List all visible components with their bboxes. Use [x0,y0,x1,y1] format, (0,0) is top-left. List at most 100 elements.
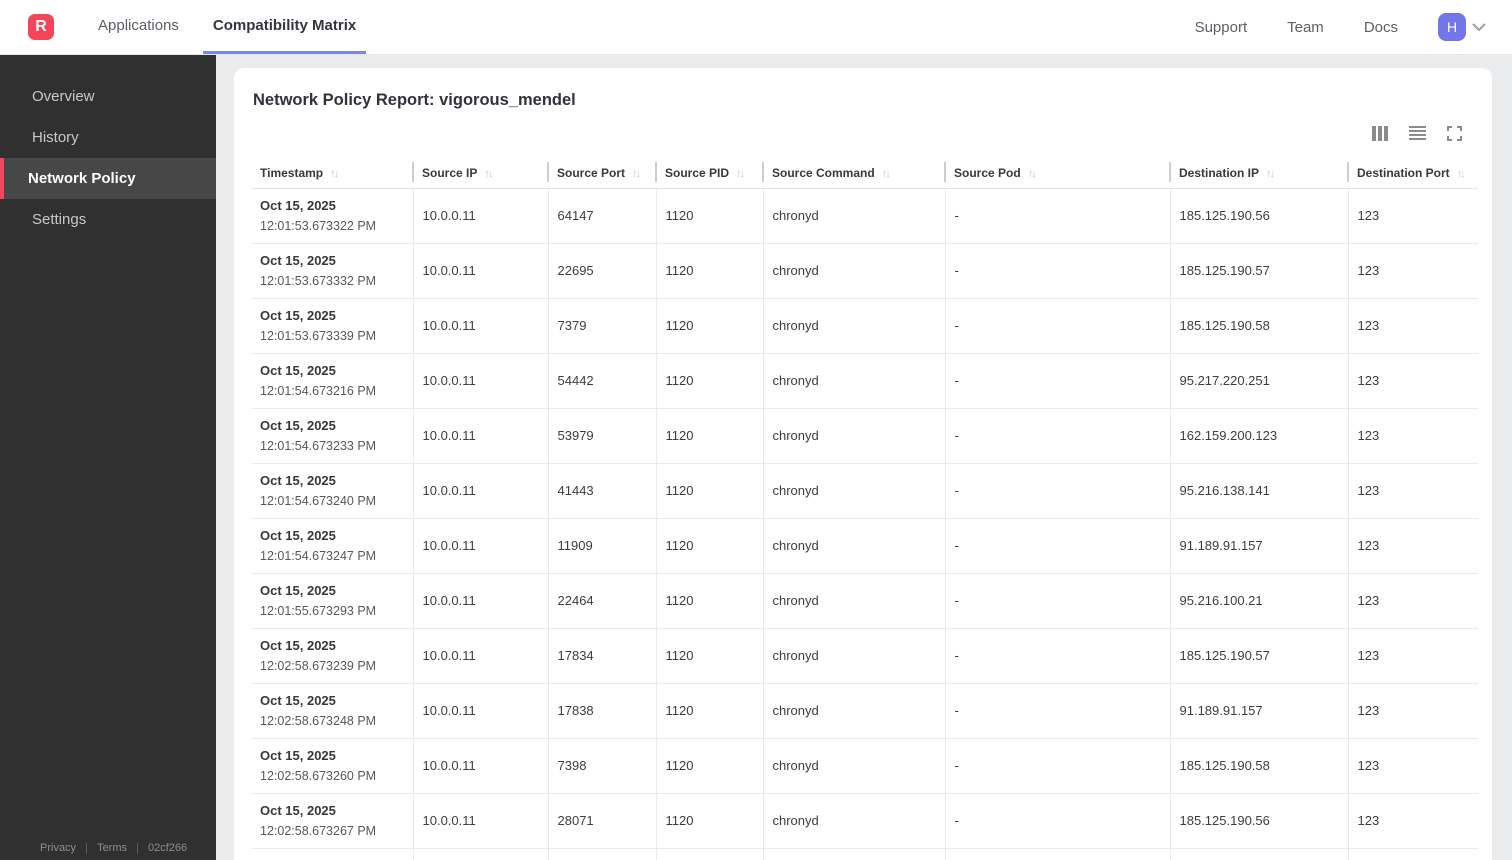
cell-source-pid: 1120 [655,573,763,629]
cell-source-ip: 10.0.0.11 [412,298,548,354]
cell-source-pid: 1120 [655,298,763,354]
cell-source-port: 54442 [547,353,656,409]
timestamp-time: 12:01:55.673293 PM [260,603,377,618]
column-header-source-pod[interactable]: Source Pod ↑↓ [944,158,1170,189]
cell-destination-port: 123 [1347,518,1478,574]
cell-destination-ip: 162.159.200.123 [1169,408,1348,464]
column-label: Source Pod [954,165,1021,180]
column-label: Source PID [665,165,730,180]
user-avatar[interactable]: H [1438,13,1466,41]
column-header-destination-ip[interactable]: Destination IP ↑↓ [1169,158,1348,189]
cell-timestamp: Oct 15, 2025 12:02:58.673260 PM [251,738,413,794]
cell-source-command: chronyd [762,298,945,354]
topbar-right: Support Team Docs H [1195,0,1512,54]
cell-source-port: 11909 [547,518,656,574]
timestamp-time: 12:01:53.673322 PM [260,218,377,233]
cell-source-ip: 10.0.0.11 [412,188,548,244]
cell-destination-ip [1169,848,1348,860]
timestamp-date: Oct 15, 2025 [260,582,336,598]
column-header-source-ip[interactable]: Source IP ↑↓ [412,158,548,189]
cell-destination-ip: 95.217.220.251 [1169,353,1348,409]
cell-destination-ip: 185.125.190.56 [1169,793,1348,849]
cell-source-port: 41443 [547,463,656,519]
column-header-source-command[interactable]: Source Command ↑↓ [762,158,945,189]
cell-destination-ip: 185.125.190.57 [1169,243,1348,299]
cell-source-pid: 1120 [655,793,763,849]
timestamp-date: Oct 15, 2025 [260,527,336,543]
cell-source-ip: 10.0.0.11 [412,628,548,684]
table-row: Oct 15, 2025 12:01:54.673216 PM 10.0.0.11 5… [251,353,1478,409]
cell-source-pid: 1120 [655,683,763,739]
cell-source-ip: 10.0.0.11 [412,353,548,409]
cell-destination-ip: 95.216.100.21 [1169,573,1348,629]
table-row: Oct 15, 2025 12:02:58.673239 PM 10.0.0.11 1… [251,628,1478,684]
column-header-source-port[interactable]: Source Port ↑↓ [547,158,656,189]
sort-icon[interactable]: ↑↓ [736,168,745,180]
cell-source-command: chronyd [762,408,945,464]
link-terms[interactable]: Terms [97,842,127,854]
cell-source-ip: 10.0.0.11 [412,463,548,519]
sort-icon[interactable]: ↑↓ [1028,168,1037,180]
cell-source-pid: 1120 [655,408,763,464]
tab-compatibility-matrix[interactable]: Compatibility Matrix [202,0,367,54]
cell-source-pod: - [944,628,1170,684]
table-row: Oct 15, 2025 12:01:55.673293 PM 10.0.0.11 2… [251,573,1478,629]
column-label: Source Command [772,165,875,180]
cell-source-port: 7398 [547,738,656,794]
sort-icon[interactable]: ↑↓ [1266,168,1275,180]
sidebar-item-history[interactable]: History [0,117,216,158]
column-label: Source IP [422,165,478,180]
cell-source-command: chronyd [762,243,945,299]
column-header-timestamp[interactable]: Timestamp ↑↓ [251,158,413,189]
link-privacy[interactable]: Privacy [40,842,76,854]
link-docs[interactable]: Docs [1364,19,1398,36]
cell-source-pid [655,848,763,860]
table-row: Oct 15, 2025 12:01:53.673339 PM 10.0.0.11 7… [251,298,1478,354]
cell-source-ip: 10.0.0.11 [412,738,548,794]
cell-source-pod: - [944,518,1170,574]
cell-source-port: 22464 [547,573,656,629]
page-title: Network Policy Report: vigorous_mendel [253,91,576,109]
cell-source-command: chronyd [762,188,945,244]
cell-source-ip: 10.0.0.11 [412,683,548,739]
cell-destination-port [1347,848,1478,860]
timestamp-date: Oct 15, 2025 [260,417,336,433]
app-logo[interactable]: R [28,14,54,40]
timestamp-time: 12:01:53.673332 PM [260,273,377,288]
cell-destination-port: 123 [1347,243,1478,299]
cell-source-command: chronyd [762,518,945,574]
cell-destination-port: 123 [1347,628,1478,684]
cell-timestamp: Oct 15, 2025 12:02:58.673267 PM [251,793,413,849]
tab-applications[interactable]: Applications [88,0,189,54]
cell-source-ip: 10.0.0.11 [412,243,548,299]
table-row: Oct 15, 2025 12:01:53.673332 PM 10.0.0.11 2… [251,243,1478,299]
cell-destination-ip: 185.125.190.57 [1169,628,1348,684]
table-row: Oct 15, 2025 12:01:54.673233 PM 10.0.0.11 5… [251,408,1478,464]
cell-source-command: chronyd [762,353,945,409]
sort-icon[interactable]: ↑↓ [1457,168,1466,180]
cell-source-pid: 1120 [655,628,763,684]
fullscreen-icon[interactable] [1447,125,1462,141]
chevron-down-icon[interactable] [1472,23,1486,32]
sort-icon[interactable]: ↑↓ [882,168,891,180]
sort-icon[interactable]: ↑↓ [330,168,339,180]
column-header-source-pid[interactable]: Source PID ↑↓ [655,158,763,189]
cell-destination-port: 123 [1347,188,1478,244]
sidebar-item-settings[interactable]: Settings [0,199,216,240]
rows-view-icon[interactable] [1409,126,1426,140]
sort-icon[interactable]: ↑↓ [632,168,641,180]
link-support[interactable]: Support [1195,19,1248,36]
column-header-destination-port[interactable]: Destination Port ↑↓ [1347,158,1478,189]
cell-destination-port: 123 [1347,408,1478,464]
timestamp-time: 12:01:54.673233 PM [260,438,377,453]
sidebar-footer: Privacy Terms 02cf266 [0,842,216,854]
columns-view-icon[interactable] [1372,125,1388,141]
cell-source-ip: 10.0.0.11 [412,793,548,849]
timestamp-time: 12:02:58.673267 PM [260,823,377,838]
sidebar-item-network-policy[interactable]: Network Policy [0,158,216,199]
link-team[interactable]: Team [1287,19,1324,36]
timestamp-date: Oct 15, 2025 [260,802,336,818]
sort-icon[interactable]: ↑↓ [484,168,493,180]
sidebar-nav: Overview History Network Policy Settings [0,55,216,240]
sidebar-item-overview[interactable]: Overview [0,76,216,117]
